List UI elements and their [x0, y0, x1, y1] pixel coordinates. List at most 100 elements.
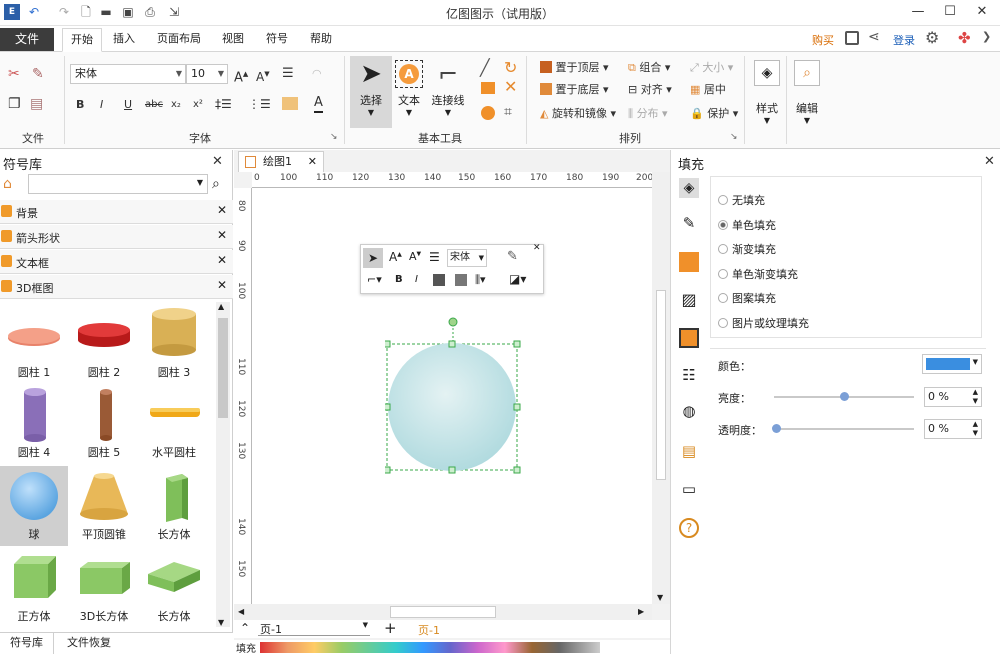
- shape-style-icon[interactable]: [679, 252, 699, 272]
- tab-help[interactable]: 帮助: [302, 28, 340, 52]
- underline-icon[interactable]: U: [124, 97, 132, 113]
- close-category-icon[interactable]: ✕: [217, 278, 227, 292]
- tab-symbol[interactable]: 符号: [258, 28, 296, 52]
- page-setup-icon[interactable]: ☷: [679, 366, 699, 386]
- arrange-dialog-icon[interactable]: ↘: [730, 129, 738, 145]
- gear-icon[interactable]: ⚙: [925, 28, 939, 47]
- send-back-button[interactable]: 置于底层 ▾: [540, 82, 609, 98]
- send-back-icon[interactable]: [455, 274, 467, 286]
- transparency-slider-knob[interactable]: [772, 424, 781, 433]
- option-single-gradient-fill[interactable]: 单色渐变填充: [718, 266, 798, 282]
- bring-front-button[interactable]: 置于顶层 ▾: [540, 60, 609, 76]
- option-gradient-fill[interactable]: 渐变填充: [718, 241, 776, 257]
- bold-icon[interactable]: B: [395, 274, 403, 285]
- close-document-icon[interactable]: ✕: [308, 152, 317, 172]
- style-button[interactable]: ◈ 样式 ▼: [750, 56, 784, 136]
- transparency-input[interactable]: 0 % ▲ ▼: [924, 419, 982, 439]
- shape-cube[interactable]: 正方体: [0, 548, 68, 628]
- tab-view[interactable]: 视图: [216, 28, 250, 52]
- library-scroll-thumb[interactable]: [218, 318, 228, 418]
- shape-cuboid[interactable]: 长方体: [140, 466, 208, 546]
- brightness-slider[interactable]: [774, 392, 914, 401]
- close-category-icon[interactable]: ✕: [217, 203, 227, 217]
- globe-icon[interactable]: ◍: [679, 402, 699, 422]
- rectangle-icon[interactable]: [481, 82, 495, 94]
- shrink-font-icon[interactable]: A▼: [256, 66, 270, 85]
- shape-cylinder-4[interactable]: 圆柱 4: [0, 384, 68, 464]
- shape-cylinder-1[interactable]: 圆柱 1: [0, 304, 68, 384]
- shape-cuboid-flat[interactable]: 长方体: [140, 548, 208, 628]
- color-swatches[interactable]: [260, 642, 600, 653]
- distribute-icon[interactable]: ⫼▾: [475, 273, 486, 287]
- edit-button[interactable]: ⌕ 编辑 ▼: [790, 56, 824, 136]
- search-input[interactable]: ▼: [28, 174, 208, 194]
- bold-icon[interactable]: B: [76, 97, 84, 113]
- center-button[interactable]: ▦ 居中: [690, 82, 726, 98]
- group-button[interactable]: ⧉ 组合 ▾: [628, 60, 670, 76]
- login-link[interactable]: 登录: [893, 32, 915, 48]
- plugin-icon[interactable]: ✤: [958, 29, 971, 47]
- file-menu[interactable]: 文件: [0, 28, 54, 51]
- color-picker[interactable]: ▼: [922, 354, 982, 374]
- font-dialog-icon[interactable]: ↘: [330, 129, 338, 145]
- comment-icon[interactable]: ▭: [679, 480, 699, 500]
- paragraph-spacing-icon[interactable]: ‡☰: [215, 96, 232, 112]
- page-select[interactable]: 页-1 ▼: [258, 621, 370, 636]
- minimize-icon[interactable]: —: [904, 2, 932, 22]
- tab-file-recovery[interactable]: 文件恢复: [62, 633, 116, 654]
- shape-cylinder-5[interactable]: 圆柱 5: [70, 384, 138, 464]
- tab-page-layout[interactable]: 页面布局: [152, 28, 206, 52]
- size-button[interactable]: ⤢ 大小 ▾: [690, 60, 733, 76]
- font-size-select[interactable]: 10 ▼: [186, 64, 228, 84]
- text-tool-button[interactable]: A 文本 ▼: [392, 56, 426, 128]
- category-background[interactable]: 背景 ✕: [0, 200, 233, 224]
- close-fill-panel-icon[interactable]: ✕: [984, 154, 995, 169]
- collapse-ribbon-icon[interactable]: ❯: [982, 30, 991, 43]
- help-icon[interactable]: ?: [679, 518, 699, 538]
- scroll-left-icon[interactable]: ◀: [238, 607, 244, 616]
- crop-icon[interactable]: ⌗: [504, 104, 512, 120]
- drawing-page[interactable]: ➤ A▲ A▼ ☰ 宋体 ▼ ✎ ✕ ⌐▾ B I ⫼▾ ◪▾: [252, 188, 652, 604]
- vertical-scroll-thumb[interactable]: [656, 290, 666, 480]
- font-family-select[interactable]: 宋体 ▼: [70, 64, 186, 84]
- search-icon[interactable]: ⌕: [212, 176, 220, 192]
- bring-front-icon[interactable]: [433, 274, 445, 286]
- buy-link[interactable]: 购买: [812, 32, 834, 48]
- rotate-handle[interactable]: [448, 317, 458, 327]
- close-category-icon[interactable]: ✕: [217, 253, 227, 267]
- select-tool-button[interactable]: ➤ 选择 ▼: [350, 56, 392, 128]
- highlight-icon[interactable]: [282, 97, 298, 110]
- shrink-font-icon[interactable]: A▼: [409, 250, 421, 263]
- option-no-fill[interactable]: 无填充: [718, 192, 765, 208]
- document-tab[interactable]: 绘图1 ✕: [238, 151, 324, 172]
- style-icon[interactable]: ◪▾: [509, 272, 526, 286]
- close-category-icon[interactable]: ✕: [217, 228, 227, 242]
- distribute-button[interactable]: ⫼ 分布 ▾: [628, 106, 668, 122]
- shape-sphere[interactable]: 球: [0, 466, 68, 546]
- image-icon[interactable]: ▨: [679, 290, 699, 310]
- category-textbox[interactable]: 文本框 ✕: [0, 250, 233, 274]
- tab-symbol-library[interactable]: 符号库: [0, 633, 54, 654]
- bullet-list-icon[interactable]: ⋮☰: [248, 96, 271, 112]
- shape-3d-cuboid[interactable]: 3D长方体: [70, 548, 138, 628]
- shape-horizontal-cylinder[interactable]: 水平圆柱: [140, 384, 208, 464]
- paste-icon[interactable]: ▤: [30, 96, 43, 112]
- shape-cylinder-3[interactable]: 圆柱 3: [140, 304, 208, 384]
- shape-cylinder-2[interactable]: 圆柱 2: [70, 304, 138, 384]
- scroll-right-icon[interactable]: ▶: [638, 607, 644, 616]
- cross-icon[interactable]: ✕: [504, 79, 517, 95]
- pointer-icon[interactable]: ➤: [363, 248, 383, 268]
- shape-truncated-cone[interactable]: 平顶圆锥: [70, 466, 138, 546]
- home-icon[interactable]: ⌂: [3, 176, 12, 192]
- connector-tool-button[interactable]: ⌐ 连接线 ▼: [428, 56, 468, 128]
- ellipse-icon[interactable]: [481, 106, 495, 120]
- scroll-up-icon[interactable]: ▲: [218, 302, 224, 311]
- page-up-icon[interactable]: ⌃: [240, 621, 250, 635]
- image-icon[interactable]: [845, 31, 859, 45]
- brightness-input[interactable]: 0 % ▲ ▼: [924, 387, 982, 407]
- line-spacing-icon[interactable]: ☰: [282, 66, 294, 82]
- option-pattern-fill[interactable]: 图案填充: [718, 290, 776, 306]
- brush-icon[interactable]: ✎: [507, 249, 518, 264]
- page-tab[interactable]: 页-1: [418, 622, 440, 638]
- add-page-icon[interactable]: +: [384, 619, 397, 637]
